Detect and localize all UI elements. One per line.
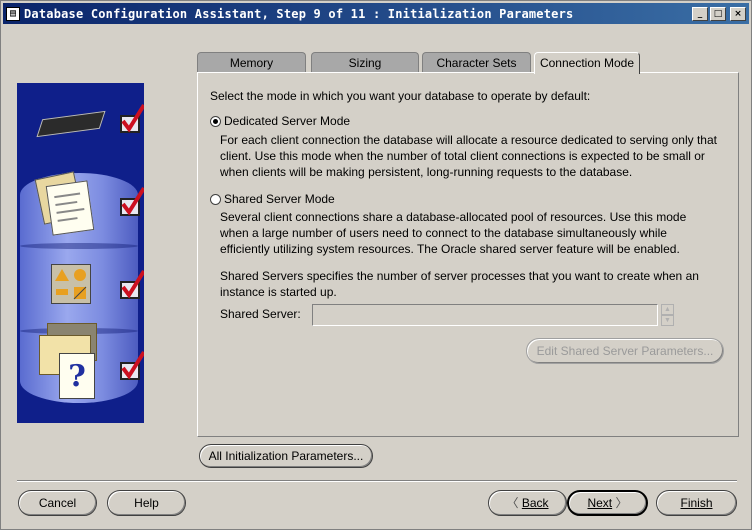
tab-character-sets[interactable]: Character Sets xyxy=(422,52,531,73)
shared-desc-line: efficiently utilizing system resources. … xyxy=(220,242,680,256)
minimize-button[interactable]: _ xyxy=(692,6,708,21)
dedicated-desc-line: client. Use this mode when the number of… xyxy=(220,149,705,163)
maximize-button[interactable]: □ xyxy=(710,6,726,21)
back-button-label: Back xyxy=(521,496,549,510)
shared-desc-line: when a large number of users need to con… xyxy=(220,226,667,240)
shared-server-label[interactable]: Shared Server Mode xyxy=(224,191,335,207)
title-bar[interactable]: ▤ Database Configuration Assistant, Step… xyxy=(3,3,749,24)
dedicated-desc-line: For each client connection the database … xyxy=(220,133,717,147)
shared-servers-info-line: instance is started up. xyxy=(220,285,337,299)
chevron-left-icon: 〈 xyxy=(506,496,519,510)
connection-mode-panel: Select the mode in which you want your d… xyxy=(197,72,739,437)
help-button[interactable]: Help xyxy=(107,490,186,516)
intro-text: Select the mode in which you want your d… xyxy=(210,89,591,103)
step-checkmark-icon xyxy=(120,103,144,133)
shared-desc-line: Several client connections share a datab… xyxy=(220,210,687,224)
cylinder-band xyxy=(20,243,138,249)
close-button[interactable]: × xyxy=(730,6,746,21)
shared-server-field-label: Shared Server: xyxy=(220,307,301,321)
spinner-down-icon[interactable]: ▼ xyxy=(661,315,674,326)
tab-memory[interactable]: Memory xyxy=(197,52,306,73)
shared-server-radio[interactable] xyxy=(210,194,221,205)
step-checkmark-icon xyxy=(120,350,144,380)
dedicated-server-label[interactable]: Dedicated Server Mode xyxy=(224,113,350,129)
document-icon xyxy=(45,180,95,236)
shared-server-input[interactable] xyxy=(312,304,658,326)
shapes-config-icon xyxy=(51,264,91,304)
tab-connection-mode[interactable]: Connection Mode xyxy=(534,52,640,74)
step-checkmark-icon xyxy=(120,269,144,299)
shared-servers-info-line: Shared Servers specifies the number of s… xyxy=(220,269,699,283)
wizard-graphic: ? xyxy=(17,83,144,423)
edit-shared-server-parameters-button[interactable]: Edit Shared Server Parameters... xyxy=(526,338,724,364)
window-controls: _ □ × xyxy=(692,6,746,21)
tab-sizing[interactable]: Sizing xyxy=(311,52,419,73)
dedicated-server-radio[interactable] xyxy=(210,116,221,127)
chevron-right-icon: 〉 xyxy=(615,496,628,510)
next-button[interactable]: Next 〉 xyxy=(567,490,648,516)
dbca-window: ▤ Database Configuration Assistant, Step… xyxy=(0,0,752,530)
help-document-icon: ? xyxy=(59,353,95,399)
footer-separator xyxy=(17,480,737,482)
all-initialization-parameters-button[interactable]: All Initialization Parameters... xyxy=(199,444,373,468)
spinner-up-icon[interactable]: ▲ xyxy=(661,304,674,315)
app-icon: ▤ xyxy=(6,6,20,21)
dedicated-desc-line: when clients will be making persistent, … xyxy=(220,165,633,179)
next-button-label: Next xyxy=(587,496,613,510)
window-title: Database Configuration Assistant, Step 9… xyxy=(24,6,574,21)
back-button[interactable]: 〈 Back xyxy=(488,490,567,516)
finish-button[interactable]: Finish xyxy=(656,490,737,516)
memory-chip-icon xyxy=(36,110,106,138)
finish-button-label: Finish xyxy=(680,496,713,510)
step-checkmark-icon xyxy=(120,186,144,216)
cancel-button[interactable]: Cancel xyxy=(18,490,97,516)
